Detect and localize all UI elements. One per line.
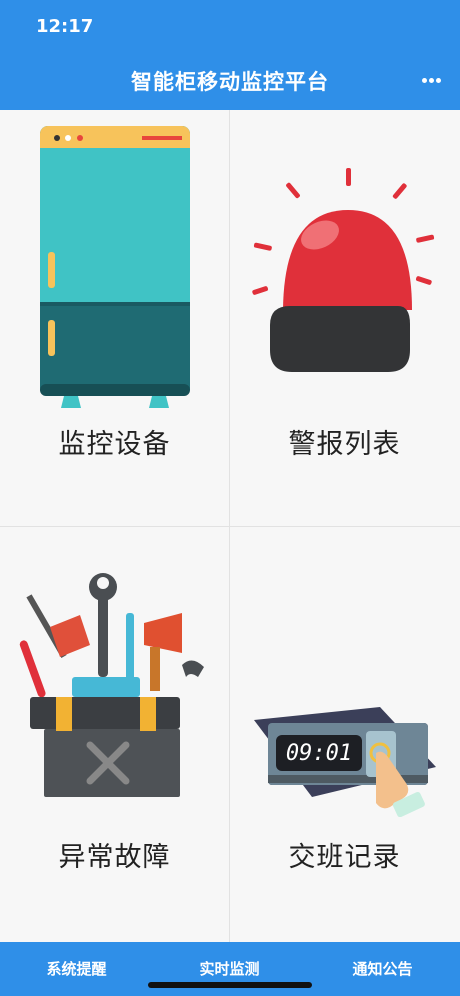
page-title: 智能柜移动监控平台 [131, 70, 329, 94]
tile-label: 异常故障 [58, 842, 171, 873]
tab-system-reminders[interactable]: 系统提醒 [0, 958, 153, 979]
alarm-light-icon [252, 168, 435, 372]
tab-notices[interactable]: 通知公告 [306, 958, 459, 979]
menu-grid: 监控设备 警报列表 异常故障 09:01 交班记录 [0, 110, 460, 942]
tile-label: 警报列表 [288, 429, 401, 460]
tile-alarm-list[interactable]: 警报列表 [230, 110, 459, 526]
tile-monitor-devices[interactable]: 监控设备 [0, 110, 229, 526]
home-indicator [148, 982, 312, 988]
clock-display: 09:01 [286, 741, 352, 766]
more-dots-icon[interactable] [422, 78, 442, 84]
tile-faults[interactable]: 异常故障 [0, 527, 229, 943]
cabinet-icon [40, 126, 190, 408]
tile-shift-records[interactable]: 09:01 交班记录 [230, 527, 459, 943]
tile-label: 监控设备 [58, 429, 171, 460]
time-clock-icon: 09:01 [254, 707, 436, 817]
toolbox-icon [19, 573, 204, 797]
tile-label: 交班记录 [288, 842, 401, 873]
app-header: 12:17 智能柜移动监控平台 [0, 0, 460, 110]
status-time: 12:17 [36, 16, 94, 37]
tab-realtime-monitoring[interactable]: 实时监测 [153, 958, 306, 979]
